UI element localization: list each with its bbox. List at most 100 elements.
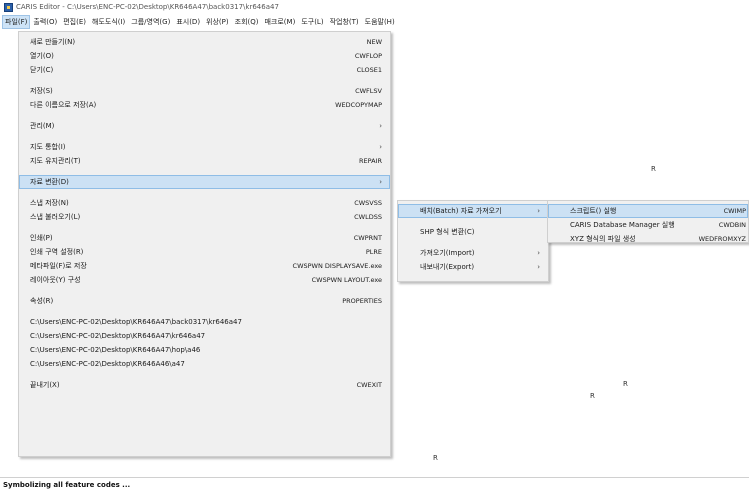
file-menu-item[interactable]: 저장(S) CWFLSV: [19, 84, 390, 98]
menu-item-shortcut: CWFLSV: [355, 87, 382, 95]
menu-separator: [19, 168, 390, 175]
chevron-right-icon: ›: [379, 143, 382, 151]
title-bar: CARIS Editor - C:\Users\ENC-PC-02\Deskto…: [0, 0, 749, 14]
menu-2[interactable]: 편집(E): [60, 15, 89, 29]
menu-item-label: 메타파일(F)로 저장: [30, 262, 87, 270]
file-menu-item[interactable]: 새로 만들기(N) NEW: [19, 35, 390, 49]
menu-item-label: 닫기(C): [30, 66, 54, 74]
menu-separator: [19, 287, 390, 294]
menu-item-label: 지도 통합(I): [30, 143, 66, 151]
menu-item-shortcut: CWPRNT: [353, 234, 382, 242]
menu-item-shortcut: PLRE: [365, 248, 382, 256]
batch-import-menu-item[interactable]: XYZ 형식의 파일 생성 WEDFROMXYZ: [548, 232, 748, 246]
app-icon: [4, 2, 13, 12]
conversion-menu-item[interactable]: SHP 형식 변환(C): [398, 225, 548, 239]
batch-import-menu-item[interactable]: CARIS Database Manager 실행 CWDBIN: [548, 218, 748, 232]
menu-item-shortcut: CWSVSS: [354, 199, 382, 207]
menu-item-shortcut: REPAIR: [358, 157, 382, 165]
menu-item-shortcut: PROPERTIES: [342, 297, 382, 305]
menu-item-label: C:\Users\ENC-PC-02\Desktop\KR646A46\a47: [30, 360, 185, 368]
menu-separator: [19, 308, 390, 315]
menu-1[interactable]: 출력(O): [30, 15, 60, 29]
menu-item-label: 관리(M): [30, 122, 55, 130]
menu-item-label: 새로 만들기(N): [30, 38, 76, 46]
menu-item-shortcut: CWIMP: [723, 207, 746, 215]
map-feature-marker: R: [590, 392, 595, 400]
file-menu-item[interactable]: 레이아웃(Y) 구성 CWSPWN LAYOUT.exe: [19, 273, 390, 287]
menu-item-label: 가져오기(Import): [420, 249, 475, 257]
file-menu-item[interactable]: 지도 유지관리(T) REPAIR: [19, 154, 390, 168]
menu-item-label: 스냅 불러오기(L): [30, 213, 81, 221]
menu-item-label: SHP 형식 변환(C): [420, 228, 475, 236]
file-menu-item[interactable]: C:\Users\ENC-PC-02\Desktop\KR646A47\back…: [19, 315, 390, 329]
menu-item-label: 스크립트() 실행: [570, 207, 617, 215]
menu-item-label: C:\Users\ENC-PC-02\Desktop\KR646A47\hop\…: [30, 346, 201, 354]
menu-separator: [398, 239, 548, 246]
map-feature-marker: R: [651, 165, 656, 173]
menu-item-label: 끝내기(X): [30, 381, 60, 389]
chevron-right-icon: ›: [537, 263, 540, 271]
file-menu-item[interactable]: 지도 통합(I) ›: [19, 140, 390, 154]
menu-item-shortcut: WEDFROMXYZ: [698, 235, 746, 243]
menu-11[interactable]: 도움말(H): [362, 15, 398, 29]
chevron-right-icon: ›: [537, 207, 540, 215]
menu-5[interactable]: 표시(D): [173, 15, 203, 29]
menu-item-label: CARIS Database Manager 실행: [570, 221, 675, 229]
menu-separator: [19, 112, 390, 119]
conversion-menu-item[interactable]: 내보내기(Export) ›: [398, 260, 548, 274]
window-title: CARIS Editor - C:\Users\ENC-PC-02\Deskto…: [16, 3, 279, 11]
menu-item-label: C:\Users\ENC-PC-02\Desktop\KR646A47\kr64…: [30, 332, 206, 340]
menu-separator: [19, 77, 390, 84]
file-menu-item[interactable]: 스냅 저장(N) CWSVSS: [19, 196, 390, 210]
file-menu-item[interactable]: C:\Users\ENC-PC-02\Desktop\KR646A47\hop\…: [19, 343, 390, 357]
status-bar: Symbolizing all feature codes ...: [0, 477, 749, 493]
menu-6[interactable]: 위상(P): [203, 15, 232, 29]
menu-7[interactable]: 조회(Q): [232, 15, 262, 29]
file-menu-item[interactable]: 속성(R) PROPERTIES: [19, 294, 390, 308]
file-menu-item[interactable]: 스냅 불러오기(L) CWLDSS: [19, 210, 390, 224]
chevron-right-icon: ›: [537, 249, 540, 257]
file-menu-item[interactable]: 닫기(C) CLOSE1: [19, 63, 390, 77]
conversion-menu-item[interactable]: 배치(Batch) 자료 가져오기 ›: [398, 204, 548, 218]
conversion-menu-item[interactable]: 가져오기(Import) ›: [398, 246, 548, 260]
menu-item-label: 속성(R): [30, 297, 54, 305]
menu-item-label: 저장(S): [30, 87, 53, 95]
menu-item-label: 인쇄 구역 설정(R): [30, 248, 84, 256]
menu-4[interactable]: 그룹/영역(G): [128, 15, 173, 29]
menu-item-shortcut: CWLDSS: [354, 213, 382, 221]
file-menu-item[interactable]: 다른 이름으로 저장(A) WEDCOPYMAP: [19, 98, 390, 112]
menu-item-label: 인쇄(P): [30, 234, 53, 242]
file-menu-dropdown: 새로 만들기(N) NEW 열기(O) CWFLOP 닫기(C) CLOSE1 저장(S) C…: [18, 31, 391, 457]
file-menu-item[interactable]: 끝내기(X) CWEXIT: [19, 378, 390, 392]
menu-bar: 파일(F) 출력(O) 편집(E) 해도도식(I) 그룹/영역(G) 표시(D) 위상(P)…: [0, 14, 749, 30]
menu-separator: [19, 224, 390, 231]
file-menu-item[interactable]: 메타파일(F)로 저장 CWSPWN DISPLAYSAVE.exe: [19, 259, 390, 273]
file-menu-item[interactable]: 열기(O) CWFLOP: [19, 49, 390, 63]
menu-10[interactable]: 작업창(T): [327, 15, 362, 29]
file-menu-item[interactable]: 관리(M) ›: [19, 119, 390, 133]
menu-item-label: 열기(O): [30, 52, 54, 60]
menu-item-shortcut: CWFLOP: [354, 52, 382, 60]
menu-item-shortcut: CWEXIT: [356, 381, 382, 389]
menu-item-shortcut: CWSPWN DISPLAYSAVE.exe: [292, 262, 382, 270]
menu-item-label: 자료 변환(D): [30, 178, 69, 186]
menu-item-shortcut: CLOSE1: [356, 66, 382, 74]
batch-import-submenu: 스크립트() 실행 CWIMP CARIS Database Manager 실행 C…: [547, 200, 749, 243]
menu-separator: [398, 218, 548, 225]
menu-9[interactable]: 도구(L): [298, 15, 326, 29]
menu-item-shortcut: CWSPWN LAYOUT.exe: [311, 276, 382, 284]
file-menu-item[interactable]: 자료 변환(D) ›: [19, 175, 390, 189]
file-menu-item[interactable]: C:\Users\ENC-PC-02\Desktop\KR646A47\kr64…: [19, 329, 390, 343]
menu-item-label: 레이아웃(Y) 구성: [30, 276, 81, 284]
menu-separator: [19, 371, 390, 378]
batch-import-menu-item[interactable]: 스크립트() 실행 CWIMP: [548, 204, 748, 218]
menu-item-shortcut: CWDBIN: [718, 221, 746, 229]
menu-8[interactable]: 매크로(M): [261, 15, 298, 29]
file-menu-item[interactable]: C:\Users\ENC-PC-02\Desktop\KR646A46\a47: [19, 357, 390, 371]
file-menu-item[interactable]: 인쇄 구역 설정(R) PLRE: [19, 245, 390, 259]
file-menu-item[interactable]: 인쇄(P) CWPRNT: [19, 231, 390, 245]
menu-item-label: 내보내기(Export): [420, 263, 475, 271]
menu-0[interactable]: 파일(F): [2, 15, 31, 29]
menu-3[interactable]: 해도도식(I): [89, 15, 128, 29]
menu-item-label: 다른 이름으로 저장(A): [30, 101, 97, 109]
